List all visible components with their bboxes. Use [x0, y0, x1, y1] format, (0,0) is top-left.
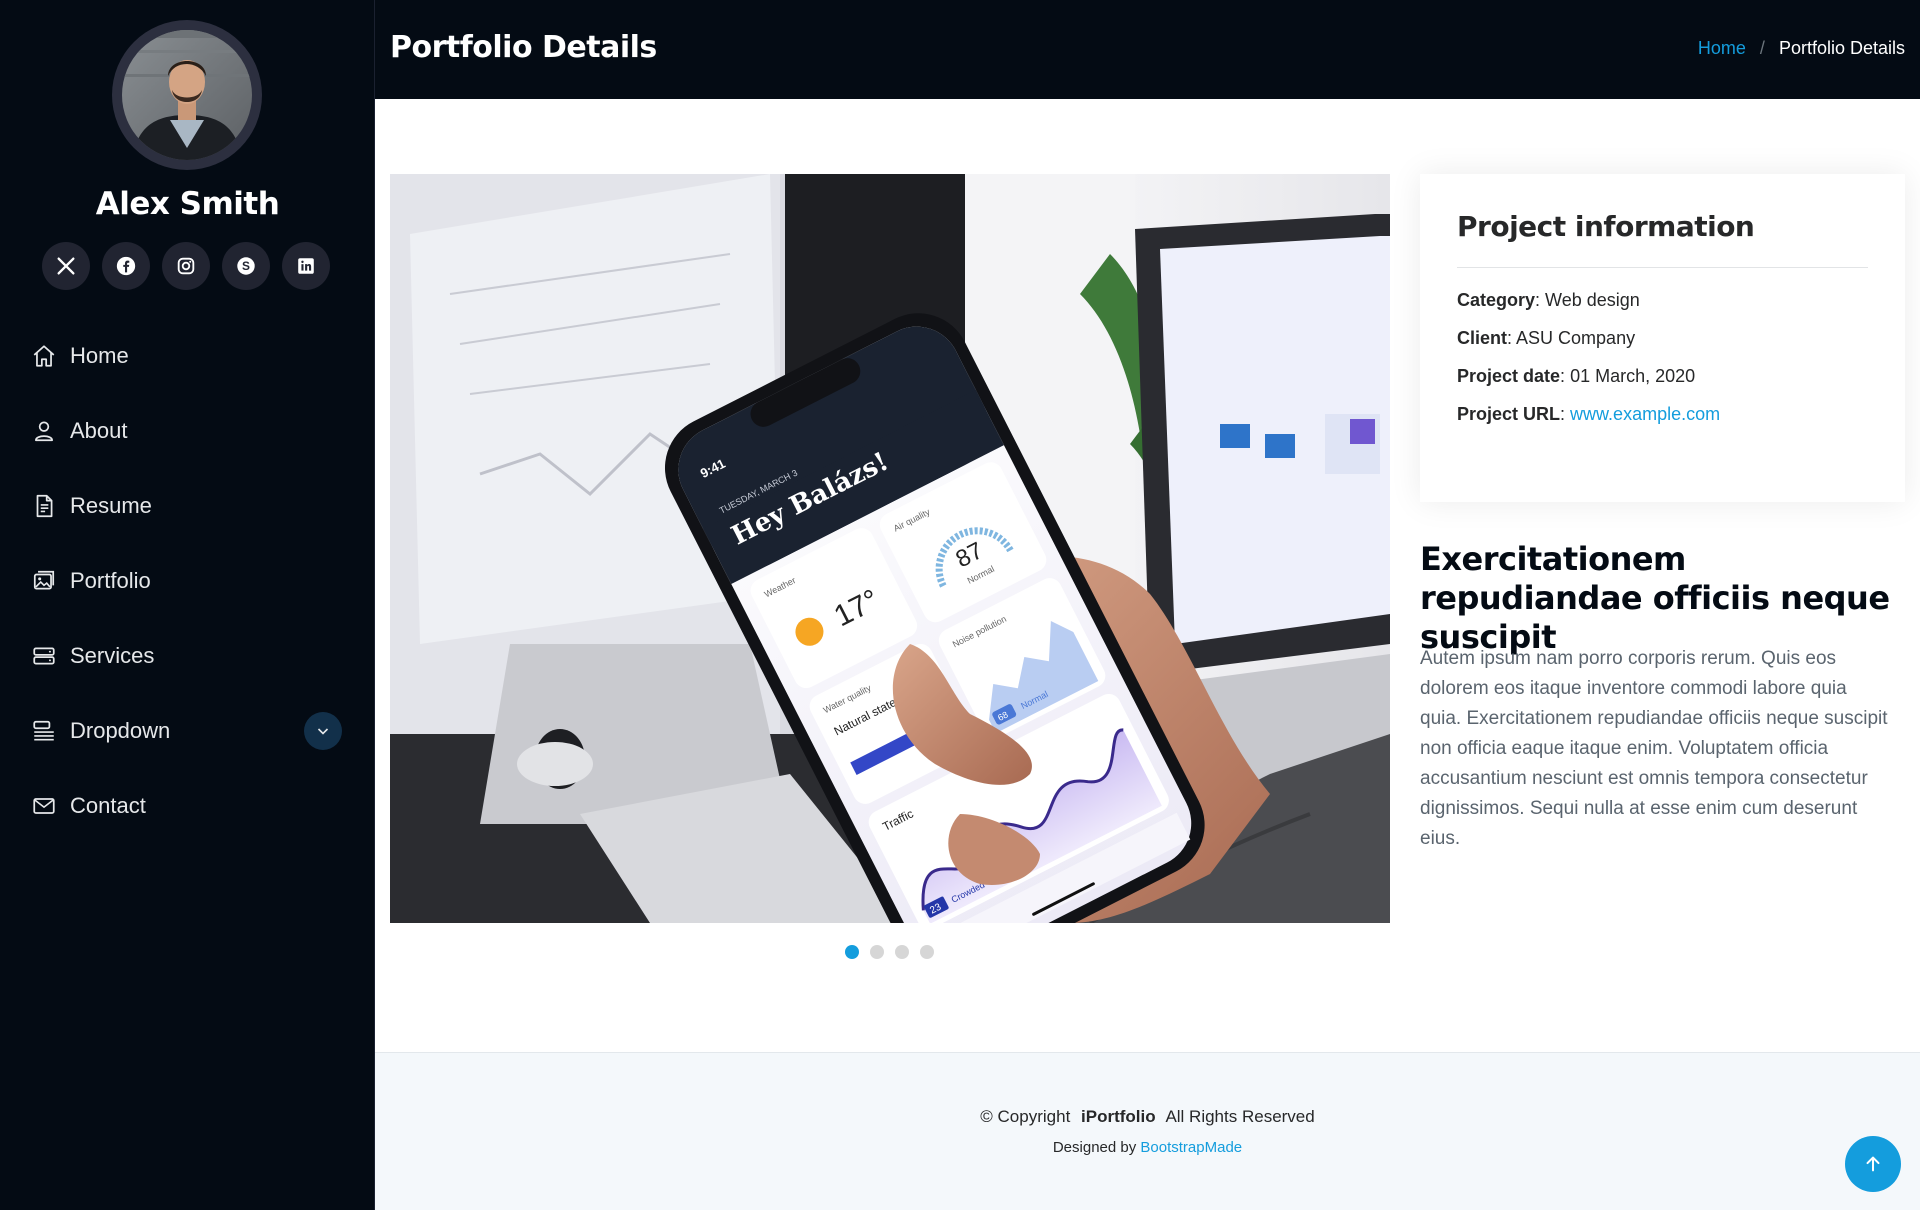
copyright-rights: All Rights Reserved — [1165, 1107, 1315, 1126]
sidebar-item-label: Portfolio — [70, 567, 151, 593]
avatar-frame — [112, 20, 262, 170]
sidebar-item-label: Contact — [70, 792, 146, 818]
envelope-icon — [30, 792, 58, 820]
sidebar-item-portfolio[interactable]: Portfolio — [0, 543, 375, 618]
footer: © Copyright iPortfolio All Rights Reserv… — [375, 1052, 1920, 1210]
portfolio-image: 9:41 TUESDAY, MARCH 3 Hey Balázs! Weathe… — [390, 174, 1390, 923]
house-icon — [30, 342, 58, 370]
project-url-link[interactable]: www.example.com — [1570, 404, 1720, 424]
category-value: Web design — [1545, 290, 1640, 310]
footer-brand: iPortfolio — [1081, 1107, 1156, 1126]
sidebar-item-home[interactable]: Home — [0, 318, 375, 393]
client-value: ASU Company — [1516, 328, 1636, 348]
sidebar-item-label: Dropdown — [70, 717, 171, 743]
sidebar-item-resume[interactable]: Resume — [0, 468, 375, 543]
back-to-top-button[interactable] — [1845, 1136, 1901, 1192]
instagram-link[interactable] — [162, 242, 210, 290]
slider-pagination — [845, 945, 934, 959]
facebook-link[interactable] — [102, 242, 150, 290]
project-info-card: Project information Category: Web design… — [1420, 174, 1905, 502]
project-category: Category: Web design — [1457, 290, 1640, 310]
copyright: © Copyright iPortfolio All Rights Reserv… — [375, 1107, 1920, 1127]
profile-name: Alex Smith — [95, 186, 280, 222]
chevron-down-icon — [317, 728, 329, 735]
breadcrumb-current: Portfolio Details — [1778, 38, 1905, 58]
date-value: 01 March, 2020 — [1570, 366, 1696, 386]
skype-icon: S — [237, 257, 255, 275]
x-twitter-icon — [57, 257, 75, 275]
breadcrumb: Home / Portfolio Details — [1698, 38, 1905, 59]
instagram-icon — [177, 257, 195, 275]
portfolio-slider[interactable]: 9:41 TUESDAY, MARCH 3 Hey Balázs! Weathe… — [390, 174, 1390, 923]
description-title: Exercitationem repudiandae officiis nequ… — [1420, 540, 1890, 656]
slider-dot-4[interactable] — [920, 945, 934, 959]
breadcrumb-separator: / — [1759, 38, 1765, 58]
url-label: Project URL — [1457, 404, 1561, 424]
sidebar-item-label: About — [70, 417, 128, 443]
date-label: Project date — [1457, 366, 1561, 386]
page-title: Portfolio Details — [390, 30, 657, 65]
arrow-up-icon — [1866, 1156, 1880, 1172]
designer-link[interactable]: BootstrapMade — [1140, 1139, 1242, 1156]
file-text-icon — [30, 492, 58, 520]
svg-text:S: S — [242, 259, 250, 273]
sidebar-item-dropdown[interactable]: Dropdown — [0, 693, 375, 768]
facebook-icon — [116, 256, 136, 276]
project-client: Client: ASU Company — [1457, 328, 1636, 348]
sidebar-item-label: Home — [70, 342, 129, 368]
slider-dot-2[interactable] — [870, 945, 884, 959]
avatar — [122, 30, 252, 160]
linkedin-icon — [298, 258, 314, 274]
sidebar: Alex Smith S Home About Resume Portfolio… — [0, 0, 375, 1210]
project-date: Project date: 01 March, 2020 — [1457, 366, 1696, 386]
sidebar-nav: Home About Resume Portfolio Services Dro… — [0, 318, 375, 843]
breadcrumb-home-link[interactable]: Home — [1698, 38, 1746, 59]
sidebar-item-label: Resume — [70, 492, 152, 518]
project-info-title: Project information — [1457, 210, 1868, 268]
credits: Designed by BootstrapMade — [375, 1139, 1920, 1156]
menu-button-icon — [30, 717, 58, 745]
images-icon — [30, 567, 58, 595]
slider-dot-1[interactable] — [845, 945, 859, 959]
slider-dot-3[interactable] — [895, 945, 909, 959]
page-header: Portfolio Details Home / Portfolio Detai… — [375, 0, 1920, 99]
sidebar-item-about[interactable]: About — [0, 393, 375, 468]
linkedin-link[interactable] — [282, 242, 330, 290]
project-url: Project URL: www.example.com — [1457, 404, 1721, 424]
sidebar-item-services[interactable]: Services — [0, 618, 375, 693]
dropdown-toggle[interactable] — [304, 712, 342, 750]
person-icon — [30, 417, 58, 445]
hdd-stack-icon — [30, 642, 58, 670]
sidebar-item-label: Services — [70, 642, 155, 668]
social-links: S — [42, 242, 330, 290]
copyright-prefix: © Copyright — [980, 1107, 1071, 1126]
client-label: Client — [1457, 328, 1508, 348]
project-info-list: Category: Web design Client: ASU Company… — [1457, 290, 1868, 425]
sidebar-item-contact[interactable]: Contact — [0, 768, 375, 843]
credits-label: Designed by — [1052, 1139, 1137, 1156]
x-twitter-link[interactable] — [42, 242, 90, 290]
category-label: Category — [1457, 290, 1536, 310]
skype-link[interactable]: S — [222, 242, 270, 290]
description-text: Autem ipsum nam porro corporis rerum. Qu… — [1420, 648, 1888, 849]
